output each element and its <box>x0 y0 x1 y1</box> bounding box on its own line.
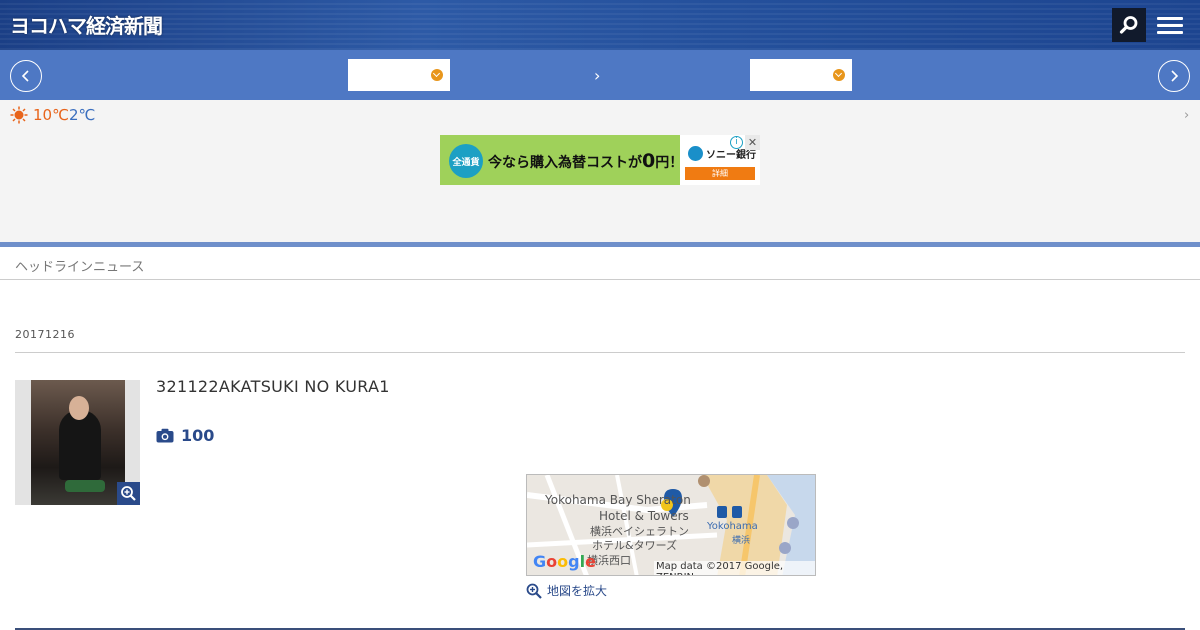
chevron-down-icon <box>431 69 443 81</box>
ad-detail-button[interactable]: 詳細 <box>685 167 755 180</box>
ad-creative[interactable]: 全通貨 今なら購入為替コストが0円！ <box>440 135 684 185</box>
ad-info-icon[interactable]: i <box>730 136 743 149</box>
header-pattern <box>0 0 1200 50</box>
site-header: ヨコハマ経済新聞 <box>0 0 1200 50</box>
enlarge-map-label: 地図を拡大 <box>547 584 608 598</box>
date-nav-bar: › <box>0 50 1200 100</box>
chevron-right-icon <box>1171 70 1179 82</box>
map-label: Yokohama <box>707 521 758 532</box>
article-title[interactable]: 321122AKATSUKI NO KURA1 <box>156 377 390 396</box>
zoom-in-icon <box>526 583 542 599</box>
breadcrumb[interactable]: ヘッドラインニュース <box>15 256 144 275</box>
chevron-down-icon <box>833 69 845 81</box>
nav-separator: › <box>594 66 601 85</box>
map-label: Yokohama Bay Sheraton <box>545 493 691 507</box>
article-date: 20171216 <box>15 328 75 341</box>
map-label: Hotel & Towers <box>599 509 689 523</box>
divider <box>15 352 1185 353</box>
chevron-left-icon <box>21 70 29 82</box>
enlarge-map-link[interactable]: 地図を拡大 <box>526 582 607 599</box>
ad-headline: 今なら購入為替コストが0円！ <box>488 150 684 172</box>
location-map[interactable]: Yokohama Bay Sheraton Hotel & Towers 横浜ベ… <box>526 474 816 576</box>
divider <box>0 242 1200 247</box>
month-select[interactable] <box>750 59 852 91</box>
map-label: ホテル&タワーズ <box>592 539 678 552</box>
photo-count-value: 100 <box>181 426 215 445</box>
ad-badge: 全通貨 <box>449 144 483 178</box>
menu-button[interactable] <box>1153 8 1187 42</box>
weather-more-icon[interactable]: › <box>1184 108 1189 123</box>
page: ヨコハマ経済新聞 › 10℃ 2℃ › 全通貨 今なら購入為替コストが0円！ ソ… <box>0 0 1200 630</box>
map-attribution: Map data ©2017 Google, ZENRIN <box>654 561 815 575</box>
map-label: 横浜 <box>732 536 751 546</box>
ad-banner[interactable]: 全通貨 今なら購入為替コストが0円！ ソニー銀行 詳細 i ✕ <box>440 135 760 185</box>
sun-icon <box>10 106 28 124</box>
google-logo: Google <box>533 552 596 571</box>
info-area: 10℃ 2℃ › 全通貨 今なら購入為替コストが0円！ ソニー銀行 詳細 i ✕ <box>0 100 1200 242</box>
search-button[interactable] <box>1112 8 1146 42</box>
temp-low: 2℃ <box>68 106 96 124</box>
divider <box>0 279 1200 280</box>
search-icon <box>1119 16 1138 34</box>
zoom-button[interactable] <box>117 482 140 505</box>
camera-icon <box>156 428 174 443</box>
ad-close-icon[interactable]: ✕ <box>745 135 760 150</box>
hamburger-icon <box>1157 13 1183 38</box>
site-logo[interactable]: ヨコハマ経済新聞 <box>10 10 163 39</box>
article-thumbnail[interactable] <box>15 380 140 505</box>
weather-widget[interactable]: 10℃ 2℃ <box>10 106 95 124</box>
next-button[interactable] <box>1158 60 1190 92</box>
temp-high: 10℃ <box>33 106 69 124</box>
prev-button[interactable] <box>10 60 42 92</box>
photo-count[interactable]: 100 <box>156 426 214 445</box>
year-select[interactable] <box>348 59 450 91</box>
article-photo[interactable] <box>31 380 125 505</box>
zoom-in-icon <box>121 486 136 501</box>
brand-mark-icon <box>688 146 703 161</box>
